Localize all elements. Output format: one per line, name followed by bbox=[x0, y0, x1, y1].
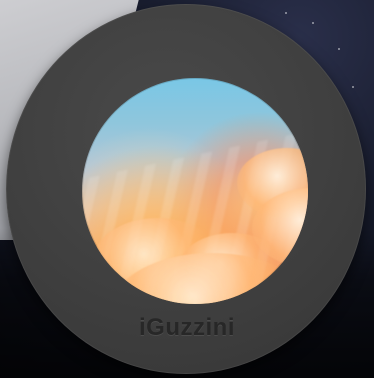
sunset-sky-image bbox=[82, 78, 308, 304]
brand-logo-text: iGuzzini bbox=[139, 314, 235, 341]
